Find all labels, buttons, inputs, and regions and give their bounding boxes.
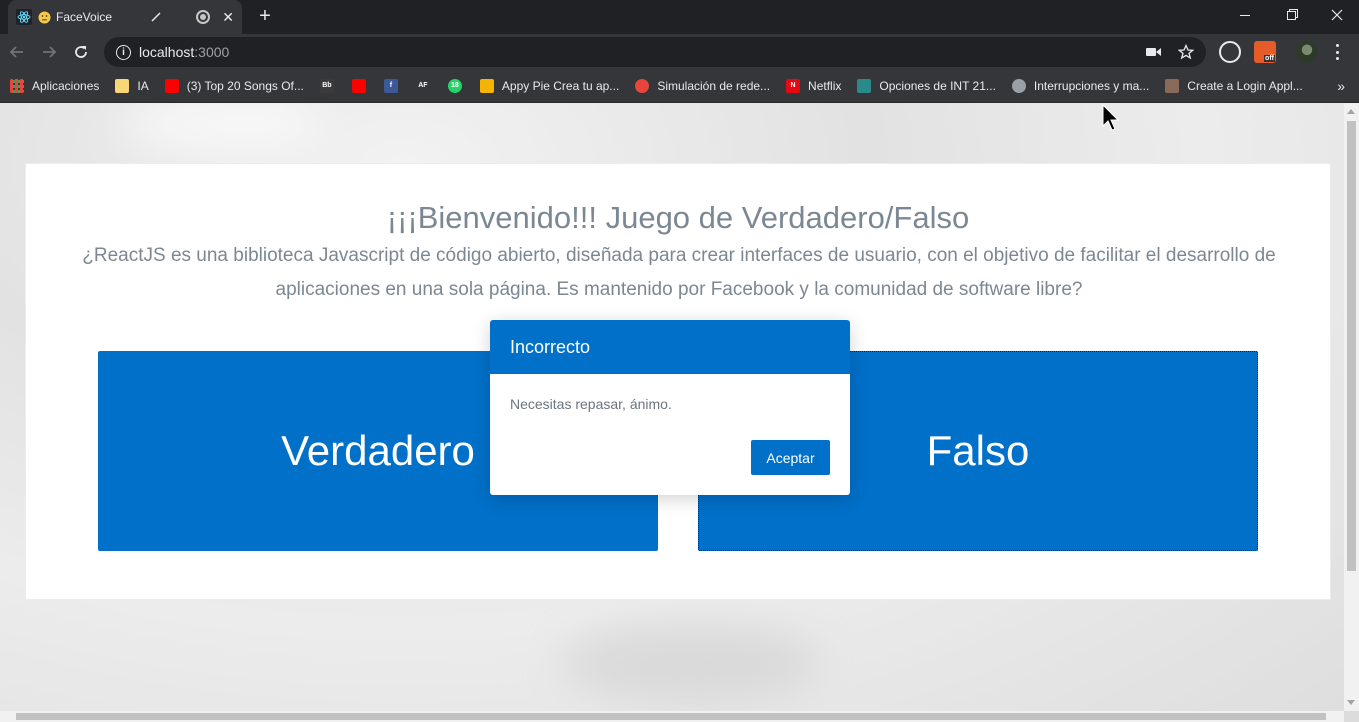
react-icon bbox=[16, 9, 32, 25]
tab-close-icon[interactable]: ✕ bbox=[222, 9, 234, 26]
bookmark-item[interactable]: Simulación de rede... bbox=[635, 79, 770, 93]
apps-grid-icon bbox=[10, 79, 24, 93]
bookmark-label: Interrupciones y ma... bbox=[1033, 79, 1150, 93]
emoji-icon bbox=[38, 11, 51, 23]
bookmark-item[interactable]: N Netflix bbox=[786, 79, 841, 93]
address-bar[interactable]: i localhost:3000 bbox=[104, 37, 1206, 67]
bookmarks-more-button[interactable]: » bbox=[1337, 78, 1345, 94]
forward-button[interactable] bbox=[37, 40, 61, 64]
minimize-icon bbox=[1240, 14, 1250, 16]
reload-icon bbox=[75, 46, 87, 58]
bookmarks-bar: Aplicaciones IA (3) Top 20 Songs Of... Bb f A… bbox=[0, 70, 1359, 103]
folder-icon bbox=[115, 79, 130, 93]
youtube-icon bbox=[351, 79, 366, 93]
bookmark-item[interactable]: AF bbox=[415, 79, 438, 93]
bookmark-label: Opciones de INT 21... bbox=[879, 79, 996, 93]
globe-icon bbox=[1011, 79, 1026, 93]
recording-indicator-icon bbox=[196, 10, 211, 24]
bookmark-item[interactable]: Create a Login Appl... bbox=[1165, 79, 1303, 93]
bookmark-item[interactable]: (3) Top 20 Songs Of... bbox=[164, 79, 304, 93]
address-host: localhost bbox=[139, 44, 195, 60]
scroll-thumb-horizontal[interactable] bbox=[16, 713, 1326, 720]
bookmark-label: IA bbox=[137, 79, 149, 93]
tab-strip: FaceVoice ✕ + bbox=[0, 0, 1359, 34]
bookmark-item[interactable]: 18 bbox=[447, 79, 470, 93]
tab-facevoice[interactable]: FaceVoice ✕ bbox=[8, 0, 242, 34]
site-icon bbox=[857, 79, 872, 93]
youtube-icon bbox=[164, 79, 179, 93]
modal-title: Incorrecto bbox=[490, 320, 850, 374]
extension-off-icon[interactable]: off bbox=[1254, 41, 1276, 63]
close-icon bbox=[1331, 9, 1343, 21]
mouse-cursor-icon bbox=[1102, 104, 1120, 131]
result-modal: Incorrecto Necesitas repasar, ánimo. Ace… bbox=[490, 320, 850, 495]
scroll-down-icon[interactable] bbox=[1347, 700, 1355, 705]
bookmark-label: Simulación de rede... bbox=[657, 79, 771, 93]
target-icon bbox=[635, 79, 650, 93]
vertical-scrollbar[interactable] bbox=[1344, 103, 1359, 711]
browser-toolbar: i localhost:3000 off bbox=[0, 34, 1359, 70]
whatsapp-icon: 18 bbox=[447, 79, 462, 93]
bookmark-item[interactable] bbox=[351, 79, 374, 93]
accept-button[interactable]: Aceptar bbox=[751, 440, 830, 475]
bookmark-label: (3) Top 20 Songs Of... bbox=[186, 79, 304, 93]
scrollbar-corner bbox=[1344, 711, 1359, 722]
back-button[interactable] bbox=[5, 40, 29, 64]
bb-icon: Bb bbox=[319, 79, 334, 93]
background-blur bbox=[120, 103, 320, 153]
browser-menu-icon[interactable] bbox=[1334, 44, 1340, 60]
bookmark-label: Appy Pie Crea tu ap... bbox=[501, 79, 620, 93]
site-icon bbox=[1165, 79, 1180, 93]
reload-button[interactable] bbox=[69, 40, 93, 64]
bookmark-star-icon[interactable] bbox=[1178, 44, 1194, 60]
scroll-up-icon[interactable] bbox=[1347, 109, 1355, 114]
camera-icon[interactable] bbox=[1146, 46, 1162, 58]
site-info-icon[interactable]: i bbox=[116, 44, 131, 60]
back-arrow-icon bbox=[9, 46, 23, 58]
page-title: ¡¡¡Bienvenido!!! Juego de Verdadero/Fals… bbox=[386, 200, 970, 235]
facebook-icon: f bbox=[383, 79, 398, 93]
new-tab-button[interactable]: + bbox=[254, 5, 276, 27]
bookmark-item[interactable]: IA bbox=[115, 79, 149, 93]
af-icon: AF bbox=[415, 79, 430, 93]
question-text: ¿ReactJS es una biblioteca Javascript de… bbox=[82, 245, 1276, 300]
bookmark-item[interactable]: f bbox=[383, 79, 406, 93]
pin-icon bbox=[151, 12, 161, 22]
bookmark-label: Aplicaciones bbox=[32, 79, 100, 93]
appypie-icon bbox=[479, 79, 494, 93]
bookmark-item[interactable]: Opciones de INT 21... bbox=[857, 79, 996, 93]
background-blur bbox=[560, 623, 820, 703]
tab-title: FaceVoice bbox=[56, 10, 113, 24]
horizontal-scrollbar[interactable] bbox=[0, 711, 1344, 722]
scroll-thumb[interactable] bbox=[1347, 121, 1356, 571]
window-close-button[interactable] bbox=[1314, 0, 1359, 30]
bookmark-item[interactable]: Bb bbox=[319, 79, 342, 93]
bookmark-item[interactable]: Appy Pie Crea tu ap... bbox=[479, 79, 620, 93]
restore-icon bbox=[1286, 10, 1296, 20]
bookmark-item[interactable]: Aplicaciones bbox=[10, 79, 99, 93]
window-restore-button[interactable] bbox=[1268, 0, 1314, 30]
bookmark-item[interactable]: Interrupciones y ma... bbox=[1011, 79, 1150, 93]
extension-circle-icon[interactable] bbox=[1219, 41, 1241, 63]
bookmark-label: Create a Login Appl... bbox=[1187, 79, 1303, 93]
window-minimize-button[interactable] bbox=[1222, 0, 1268, 30]
modal-message: Necesitas repasar, ánimo. bbox=[510, 396, 672, 412]
forward-arrow-icon bbox=[43, 46, 57, 58]
profile-avatar[interactable] bbox=[1296, 41, 1318, 63]
bookmark-label: Netflix bbox=[808, 79, 842, 93]
page-viewport: ¡¡¡Bienvenido!!! Juego de Verdadero/Fals… bbox=[0, 103, 1344, 711]
netflix-icon: N bbox=[786, 79, 801, 93]
address-port: :3000 bbox=[194, 44, 230, 60]
